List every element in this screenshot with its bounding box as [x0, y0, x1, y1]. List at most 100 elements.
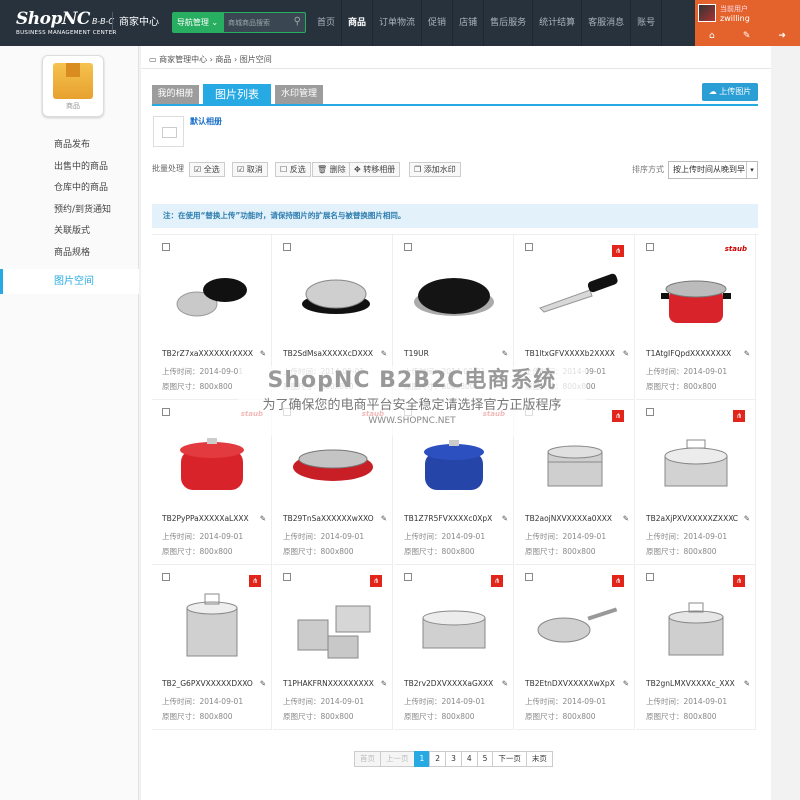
sidebar-item-publish[interactable]: 商品发布 [0, 135, 139, 157]
image-name[interactable]: TB2_G6PXVXXXXXDXXO ✎ [162, 679, 266, 688]
pencil-edit-icon[interactable]: ✎ [379, 679, 387, 688]
upload-image-button[interactable]: ☁ 上传图片 [702, 83, 758, 101]
sidebar-item-specs[interactable]: 商品规格 [0, 243, 139, 265]
sidebar-item-image-space[interactable]: 图片空间 [0, 269, 139, 294]
binoculars-search-icon[interactable]: ⚲ [294, 16, 301, 27]
image-checkbox[interactable] [525, 243, 533, 251]
product-image[interactable] [161, 575, 262, 676]
image-checkbox[interactable] [404, 573, 412, 581]
image-name[interactable]: T1PHAKFRNXXXXXXXXX ✎ [283, 679, 387, 688]
image-name[interactable]: TB2SdMsaXXXXXcDXXX ✎ [283, 349, 387, 358]
page-5[interactable]: 5 [476, 751, 494, 767]
product-image[interactable] [403, 575, 504, 676]
wrench-icon[interactable]: ✎ [743, 31, 751, 41]
image-checkbox[interactable] [646, 408, 654, 416]
logout-icon[interactable]: ➜ [778, 31, 786, 41]
image-name[interactable]: TB2aXjPXVXXXXXZXXXC ✎ [646, 514, 750, 523]
top-nav-messages[interactable]: 客服消息 [582, 0, 632, 46]
product-image[interactable] [645, 410, 746, 511]
tab-watermark[interactable]: 水印管理 [275, 85, 323, 104]
top-nav-account[interactable]: 账号 [631, 0, 663, 46]
image-name[interactable]: TB2gnLMXVXXXXc_XXX ✎ [646, 679, 750, 688]
sidebar-item-warehouse[interactable]: 仓库中的商品 [0, 178, 139, 200]
page-3[interactable]: 3 [445, 751, 462, 767]
tab-image-list[interactable]: 图片列表 [203, 84, 271, 105]
nav-manage-button[interactable]: 导航管理 ⌄ [172, 12, 223, 33]
image-name[interactable]: T1AtgIFQpdXXXXXXXX ✎ [646, 349, 750, 358]
pencil-edit-icon[interactable]: ✎ [742, 514, 750, 523]
product-image[interactable] [645, 575, 746, 676]
image-name[interactable]: T19UR ✎ [404, 349, 508, 358]
pencil-edit-icon[interactable]: ✎ [258, 679, 266, 688]
delete-button[interactable]: 🗑 删除 [312, 162, 351, 177]
image-name[interactable]: TB2EtnDXVXXXXXwXpX ✎ [525, 679, 629, 688]
album-cover-image[interactable] [153, 116, 184, 147]
image-checkbox[interactable] [162, 243, 170, 251]
page-4[interactable]: 4 [460, 751, 478, 767]
pencil-edit-icon[interactable]: ✎ [742, 679, 750, 688]
search-input[interactable] [224, 13, 288, 32]
top-nav-store[interactable]: 店铺 [453, 0, 485, 46]
move-album-button[interactable]: ✥ 转移相册 [349, 162, 401, 177]
top-nav-statistics[interactable]: 统计结算 [533, 0, 583, 46]
pencil-edit-icon[interactable]: ✎ [500, 679, 508, 688]
image-name[interactable]: TB29TnSaXXXXXXwXXO ✎ [283, 514, 387, 523]
pencil-edit-icon[interactable]: ✎ [379, 514, 387, 523]
image-name[interactable]: TB2PyPPaXXXXXaLXXX ✎ [162, 514, 266, 523]
pencil-edit-icon[interactable]: ✎ [500, 349, 508, 358]
image-checkbox[interactable] [646, 573, 654, 581]
pencil-edit-icon[interactable]: ✎ [500, 514, 508, 523]
page-next[interactable]: 下一页 [492, 751, 527, 767]
product-image[interactable] [524, 575, 625, 676]
image-checkbox[interactable] [283, 243, 291, 251]
breadcrumb-goods[interactable]: 商品 [215, 55, 231, 64]
top-nav-promotion[interactable]: 促销 [422, 0, 454, 46]
album-name[interactable]: 默认相册 [190, 116, 222, 127]
page-1[interactable]: 1 [413, 751, 431, 767]
product-image[interactable] [524, 245, 625, 346]
sidebar-item-arrival-notice[interactable]: 预约/到货通知 [0, 200, 139, 222]
image-checkbox[interactable] [162, 573, 170, 581]
sort-select[interactable]: 按上传时间从晚到早 ▾ [668, 161, 758, 179]
image-checkbox[interactable] [646, 243, 654, 251]
page-first[interactable]: 首页 [354, 751, 381, 767]
pencil-edit-icon[interactable]: ✎ [621, 514, 629, 523]
add-watermark-button[interactable]: ❐ 添加水印 [409, 162, 461, 177]
sidebar-item-on-sale[interactable]: 出售中的商品 [0, 157, 139, 179]
home-icon[interactable]: ⌂ [709, 31, 715, 41]
top-nav-orders[interactable]: 订单物流 [373, 0, 423, 46]
image-checkbox[interactable] [162, 408, 170, 416]
pencil-edit-icon[interactable]: ✎ [621, 349, 629, 358]
image-checkbox[interactable] [283, 573, 291, 581]
product-image[interactable] [403, 245, 504, 346]
top-nav-aftersales[interactable]: 售后服务 [484, 0, 534, 46]
image-checkbox[interactable] [525, 573, 533, 581]
image-name[interactable]: TB2aojNXVXXXXa0XXX ✎ [525, 514, 629, 523]
image-name[interactable]: TB2rZ7xaXXXXXXrXXXX ✎ [162, 349, 266, 358]
breadcrumb-home[interactable]: 商家管理中心 [159, 55, 207, 64]
pencil-edit-icon[interactable]: ✎ [379, 349, 387, 358]
avatar[interactable] [698, 4, 716, 22]
product-image[interactable] [282, 575, 383, 676]
tab-my-albums[interactable]: 我的相册 [152, 85, 199, 104]
image-name[interactable]: TB1ltxGFVXXXXb2XXXX ✎ [525, 349, 629, 358]
pencil-edit-icon[interactable]: ✎ [621, 679, 629, 688]
sidebar-item-related-format[interactable]: 关联版式 [0, 221, 139, 243]
invert-button[interactable]: ☐ 反选 [275, 162, 311, 177]
product-image[interactable] [282, 245, 383, 346]
product-image[interactable] [645, 245, 746, 346]
product-image[interactable] [161, 245, 262, 346]
pencil-edit-icon[interactable]: ✎ [258, 349, 266, 358]
page-last[interactable]: 末页 [525, 751, 553, 767]
shopnc-logo[interactable]: ShopNC B-B-C BUSINESS MANAGEMENT CENTER [16, 9, 117, 36]
page-2[interactable]: 2 [429, 751, 447, 767]
image-checkbox[interactable] [404, 243, 412, 251]
image-name[interactable]: TB1Z7R5FVXXXXc0XpX ✎ [404, 514, 508, 523]
image-name[interactable]: TB2rv2DXVXXXXaGXXX ✎ [404, 679, 508, 688]
cancel-button[interactable]: ☑ 取消 [232, 162, 268, 177]
top-nav-goods[interactable]: 商品 [342, 0, 374, 46]
select-all-button[interactable]: ☑ 全选 [189, 162, 225, 177]
pencil-edit-icon[interactable]: ✎ [258, 514, 266, 523]
pencil-edit-icon[interactable]: ✎ [742, 349, 750, 358]
page-prev[interactable]: 上一页 [380, 751, 415, 767]
